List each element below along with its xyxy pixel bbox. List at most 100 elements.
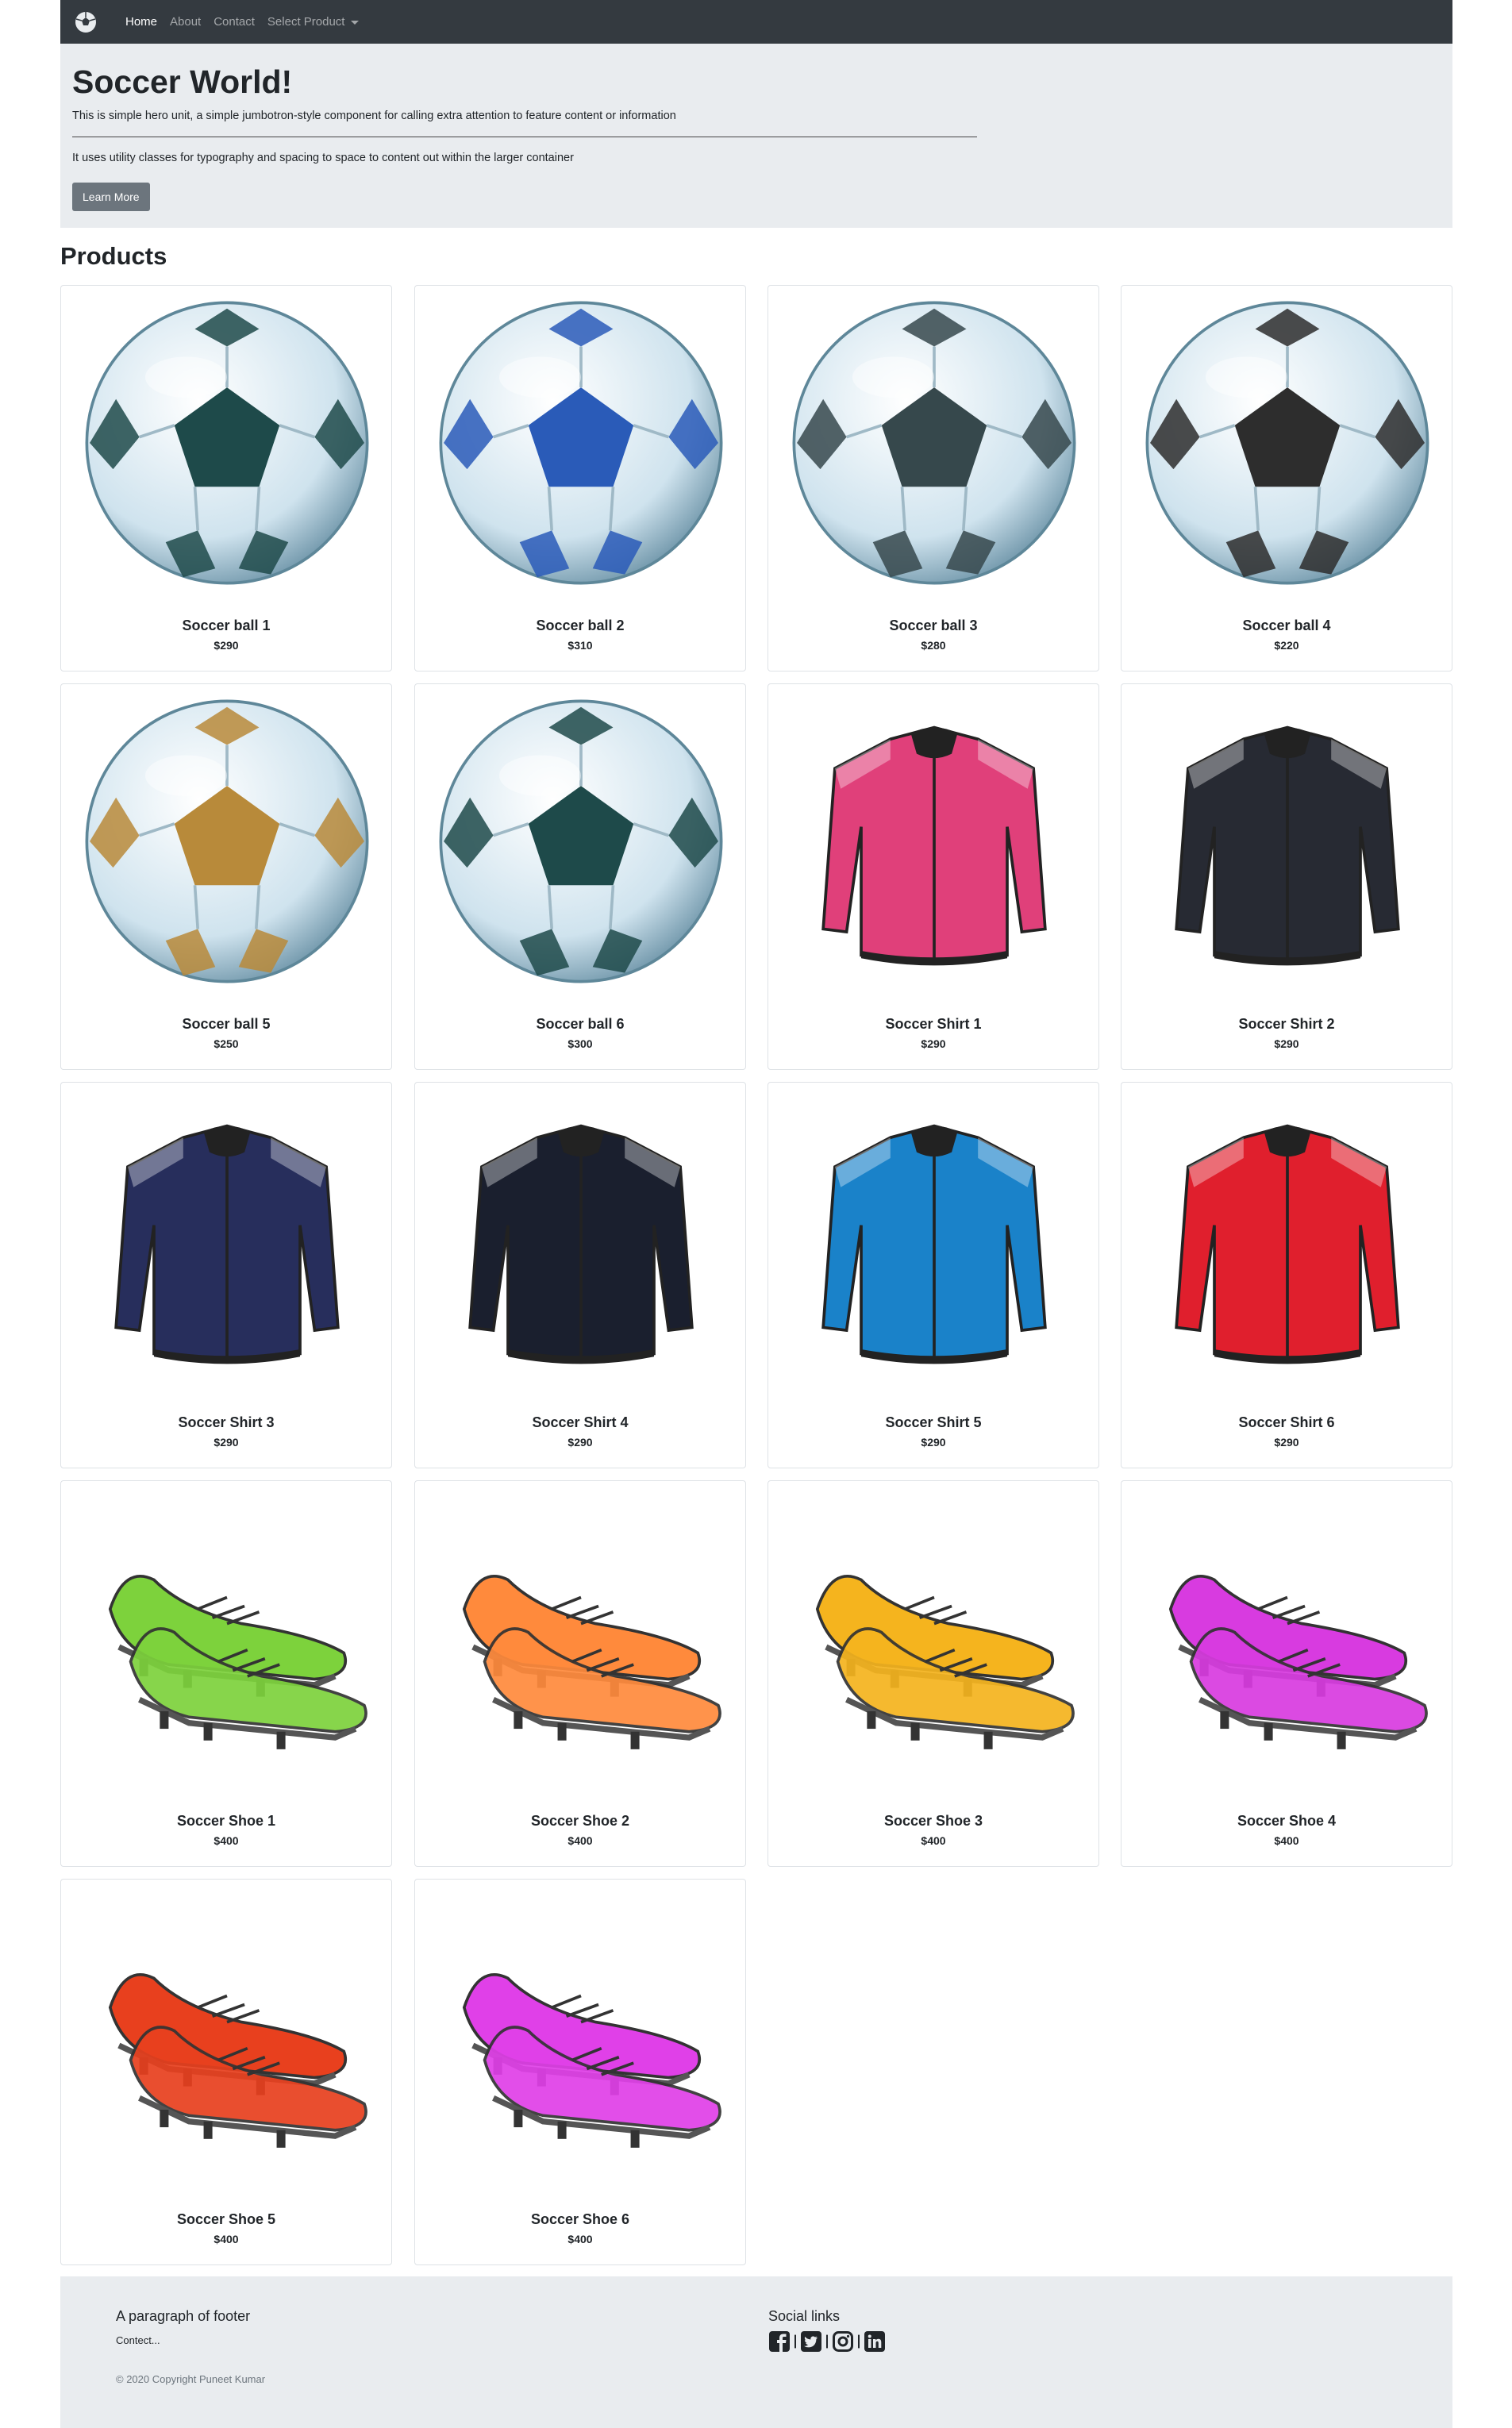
- product-card[interactable]: Soccer Shoe 2 $400: [414, 1480, 746, 1867]
- boots-image[interactable]: [1141, 1492, 1434, 1784]
- product-card[interactable]: Soccer Shirt 6 $290: [1121, 1082, 1452, 1468]
- product-price: $310: [567, 639, 593, 652]
- linkedin-icon[interactable]: [864, 2330, 886, 2353]
- soccer-ball-image[interactable]: [80, 695, 374, 987]
- jacket-image[interactable]: [787, 695, 1081, 987]
- product-name: Soccer Shirt 6: [1238, 1414, 1335, 1430]
- caret-down-icon: [351, 20, 360, 25]
- product-price: $290: [567, 1436, 593, 1449]
- product-name: Soccer Shirt 1: [885, 1016, 982, 1032]
- jacket-image[interactable]: [1141, 1094, 1434, 1386]
- product-price: $400: [567, 1834, 593, 1847]
- boots-image[interactable]: [80, 1891, 374, 2183]
- social-links: [768, 2330, 886, 2353]
- boots-image[interactable]: [434, 1891, 728, 2183]
- product-card[interactable]: Soccer Shoe 1 $400: [60, 1480, 392, 1867]
- footer: A paragraph of footer Contect... © 2020 …: [60, 2276, 1452, 2428]
- footer-copyright: © 2020 Copyright Puneet Kumar: [116, 2373, 266, 2385]
- product-price: $290: [921, 1037, 946, 1050]
- product-name: Soccer ball 1: [182, 618, 271, 633]
- product-card[interactable]: Soccer ball 4 $220: [1121, 285, 1452, 671]
- products-heading: Products: [60, 242, 167, 270]
- product-card[interactable]: Soccer Shirt 2 $290: [1121, 683, 1452, 1070]
- soccer-ball-image[interactable]: [1141, 297, 1434, 589]
- jacket-image[interactable]: [434, 1094, 728, 1386]
- nav-about[interactable]: About: [170, 15, 201, 29]
- product-price: $290: [1274, 1037, 1299, 1050]
- nav-contact[interactable]: Contact: [214, 15, 255, 29]
- jumbotron-text: It uses utility classes for typography a…: [72, 152, 574, 165]
- product-name: Soccer Shirt 2: [1238, 1016, 1335, 1032]
- product-price: $290: [214, 1436, 239, 1449]
- jacket-image[interactable]: [1141, 695, 1434, 987]
- separator: [826, 2334, 828, 2349]
- facebook-icon[interactable]: [768, 2330, 791, 2353]
- product-name: Soccer ball 6: [536, 1016, 625, 1032]
- product-card[interactable]: Soccer Shirt 4 $290: [414, 1082, 746, 1468]
- product-name: Soccer Shirt 5: [885, 1414, 982, 1430]
- nav-home[interactable]: Home: [125, 15, 157, 29]
- product-name: Soccer ball 2: [536, 618, 625, 633]
- product-name: Soccer Shoe 1: [176, 1813, 276, 1829]
- product-name: Soccer ball 3: [889, 618, 978, 633]
- product-price: $290: [214, 639, 239, 652]
- product-name: Soccer Shoe 4: [1237, 1813, 1337, 1829]
- jacket-image[interactable]: [787, 1094, 1081, 1386]
- product-price: $290: [1274, 1436, 1299, 1449]
- product-price: $300: [567, 1037, 593, 1050]
- page-title: Soccer World!: [72, 63, 293, 100]
- product-name: Soccer ball 5: [182, 1016, 271, 1032]
- soccer-ball-image[interactable]: [80, 297, 374, 589]
- boots-image[interactable]: [787, 1492, 1081, 1784]
- product-card[interactable]: Soccer Shoe 6 $400: [414, 1879, 746, 2265]
- product-name: Soccer Shoe 3: [883, 1813, 983, 1829]
- product-card[interactable]: Soccer Shirt 3 $290: [60, 1082, 392, 1468]
- product-name: Soccer Shirt 3: [178, 1414, 275, 1430]
- nav-select-product-dropdown[interactable]: Select Product: [267, 15, 360, 29]
- separator: [794, 2334, 796, 2349]
- product-card[interactable]: Soccer Shirt 5 $290: [768, 1082, 1099, 1468]
- footer-contact: Contect...: [116, 2334, 160, 2346]
- product-price: $400: [214, 2233, 239, 2245]
- jumbotron: Soccer World! This is simple hero unit, …: [60, 44, 1452, 228]
- soccer-ball-image[interactable]: [787, 297, 1081, 589]
- soccer-ball-image[interactable]: [434, 695, 728, 987]
- jumbotron-lead: This is simple hero unit, a simple jumbo…: [72, 110, 676, 123]
- product-card[interactable]: Soccer ball 5 $250: [60, 683, 392, 1070]
- product-price: $400: [921, 1834, 946, 1847]
- product-card[interactable]: Soccer ball 2 $310: [414, 285, 746, 671]
- jacket-image[interactable]: [80, 1094, 374, 1386]
- product-price: $290: [921, 1436, 946, 1449]
- footer-paragraph: A paragraph of footer: [116, 2308, 251, 2324]
- twitter-icon[interactable]: [800, 2330, 822, 2353]
- product-grid: Soccer ball 1 $290 Soccer ball 2 $310 So…: [60, 285, 1452, 2269]
- product-price: $400: [214, 1834, 239, 1847]
- product-price: $280: [921, 639, 946, 652]
- product-card[interactable]: Soccer Shoe 3 $400: [768, 1480, 1099, 1867]
- soccer-ball-icon[interactable]: [73, 10, 98, 35]
- product-card[interactable]: Soccer Shoe 4 $400: [1121, 1480, 1452, 1867]
- product-card[interactable]: Soccer ball 3 $280: [768, 285, 1099, 671]
- product-price: $400: [1274, 1834, 1299, 1847]
- learn-more-button[interactable]: Learn More: [72, 182, 150, 211]
- product-card[interactable]: Soccer ball 6 $300: [414, 683, 746, 1070]
- instagram-icon[interactable]: [832, 2330, 854, 2353]
- dropdown-label: Select Product: [267, 15, 345, 29]
- product-name: Soccer Shoe 5: [176, 2211, 276, 2227]
- navbar: Home About Contact Select Product: [60, 0, 1452, 44]
- product-name: Soccer Shoe 2: [530, 1813, 630, 1829]
- boots-image[interactable]: [80, 1492, 374, 1784]
- product-price: $400: [567, 2233, 593, 2245]
- boots-image[interactable]: [434, 1492, 728, 1784]
- product-name: Soccer Shoe 6: [530, 2211, 630, 2227]
- soccer-ball-image[interactable]: [434, 297, 728, 589]
- product-card[interactable]: Soccer Shirt 1 $290: [768, 683, 1099, 1070]
- social-links-title: Social links: [768, 2308, 841, 2324]
- product-card[interactable]: Soccer ball 1 $290: [60, 285, 392, 671]
- product-card[interactable]: Soccer Shoe 5 $400: [60, 1879, 392, 2265]
- product-price: $220: [1274, 639, 1299, 652]
- product-name: Soccer ball 4: [1242, 618, 1331, 633]
- product-name: Soccer Shirt 4: [532, 1414, 629, 1430]
- separator: [858, 2334, 860, 2349]
- product-price: $250: [214, 1037, 239, 1050]
